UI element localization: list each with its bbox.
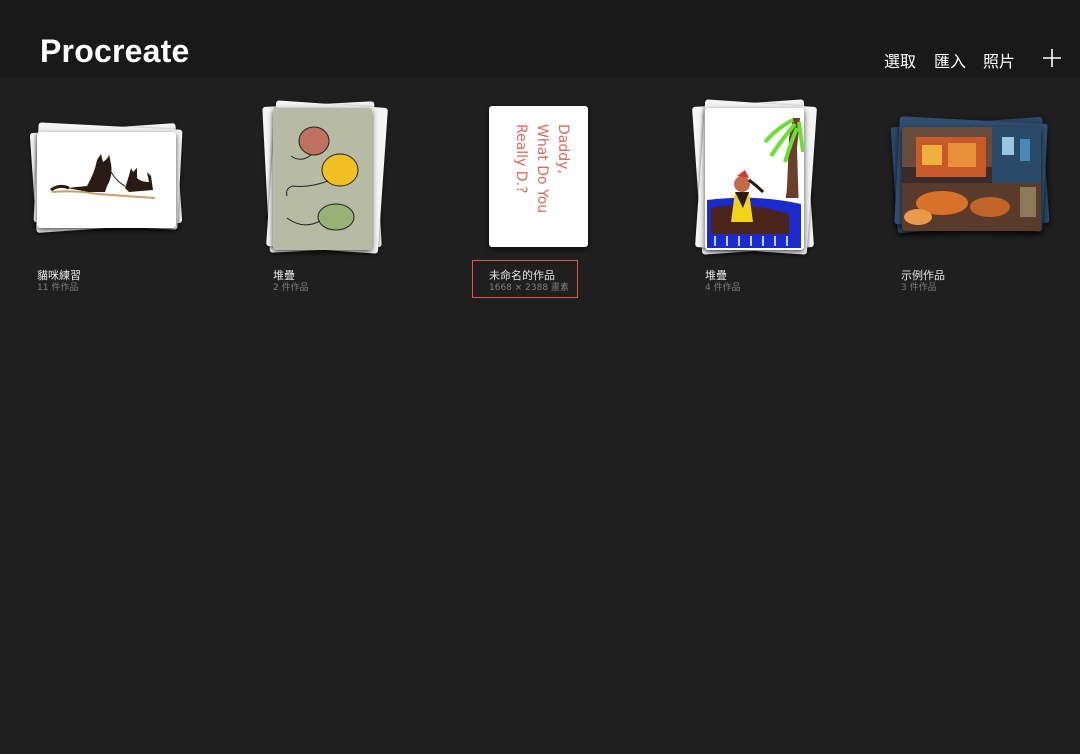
item-subtitle: 2 件作品 [273, 283, 309, 293]
note-line-2: What Do You [534, 124, 550, 213]
item-subtitle: 4 件作品 [705, 283, 741, 293]
balloons-drawing-thumbnail [273, 108, 372, 250]
top-bar: Procreate 選取 匯入 照片 [0, 0, 1080, 77]
select-button[interactable]: 選取 [884, 48, 916, 72]
item-subtitle: 11 件作品 [37, 283, 79, 293]
app-title: Procreate [40, 33, 190, 69]
plus-icon[interactable] [1043, 49, 1061, 67]
figure-drawing-thumbnail [705, 108, 804, 250]
note-line-3: Really D.? [513, 124, 529, 193]
note-line-1: Daddy, [555, 124, 571, 174]
cat-drawing-thumbnail [37, 132, 176, 228]
gallery-stack-samples[interactable]: 示例作品 3 件作品 [0, 0, 1050, 293]
item-subtitle: 3 件作品 [901, 283, 937, 293]
handwritten-note-thumbnail: Daddy, What Do You Really D.? [489, 106, 588, 247]
import-button[interactable]: 匯入 [934, 48, 966, 72]
item-subtitle: 1668 × 2388 畫素 [489, 283, 569, 293]
photos-button[interactable]: 照片 [983, 48, 1015, 72]
street-scene-thumbnail [902, 127, 1041, 231]
